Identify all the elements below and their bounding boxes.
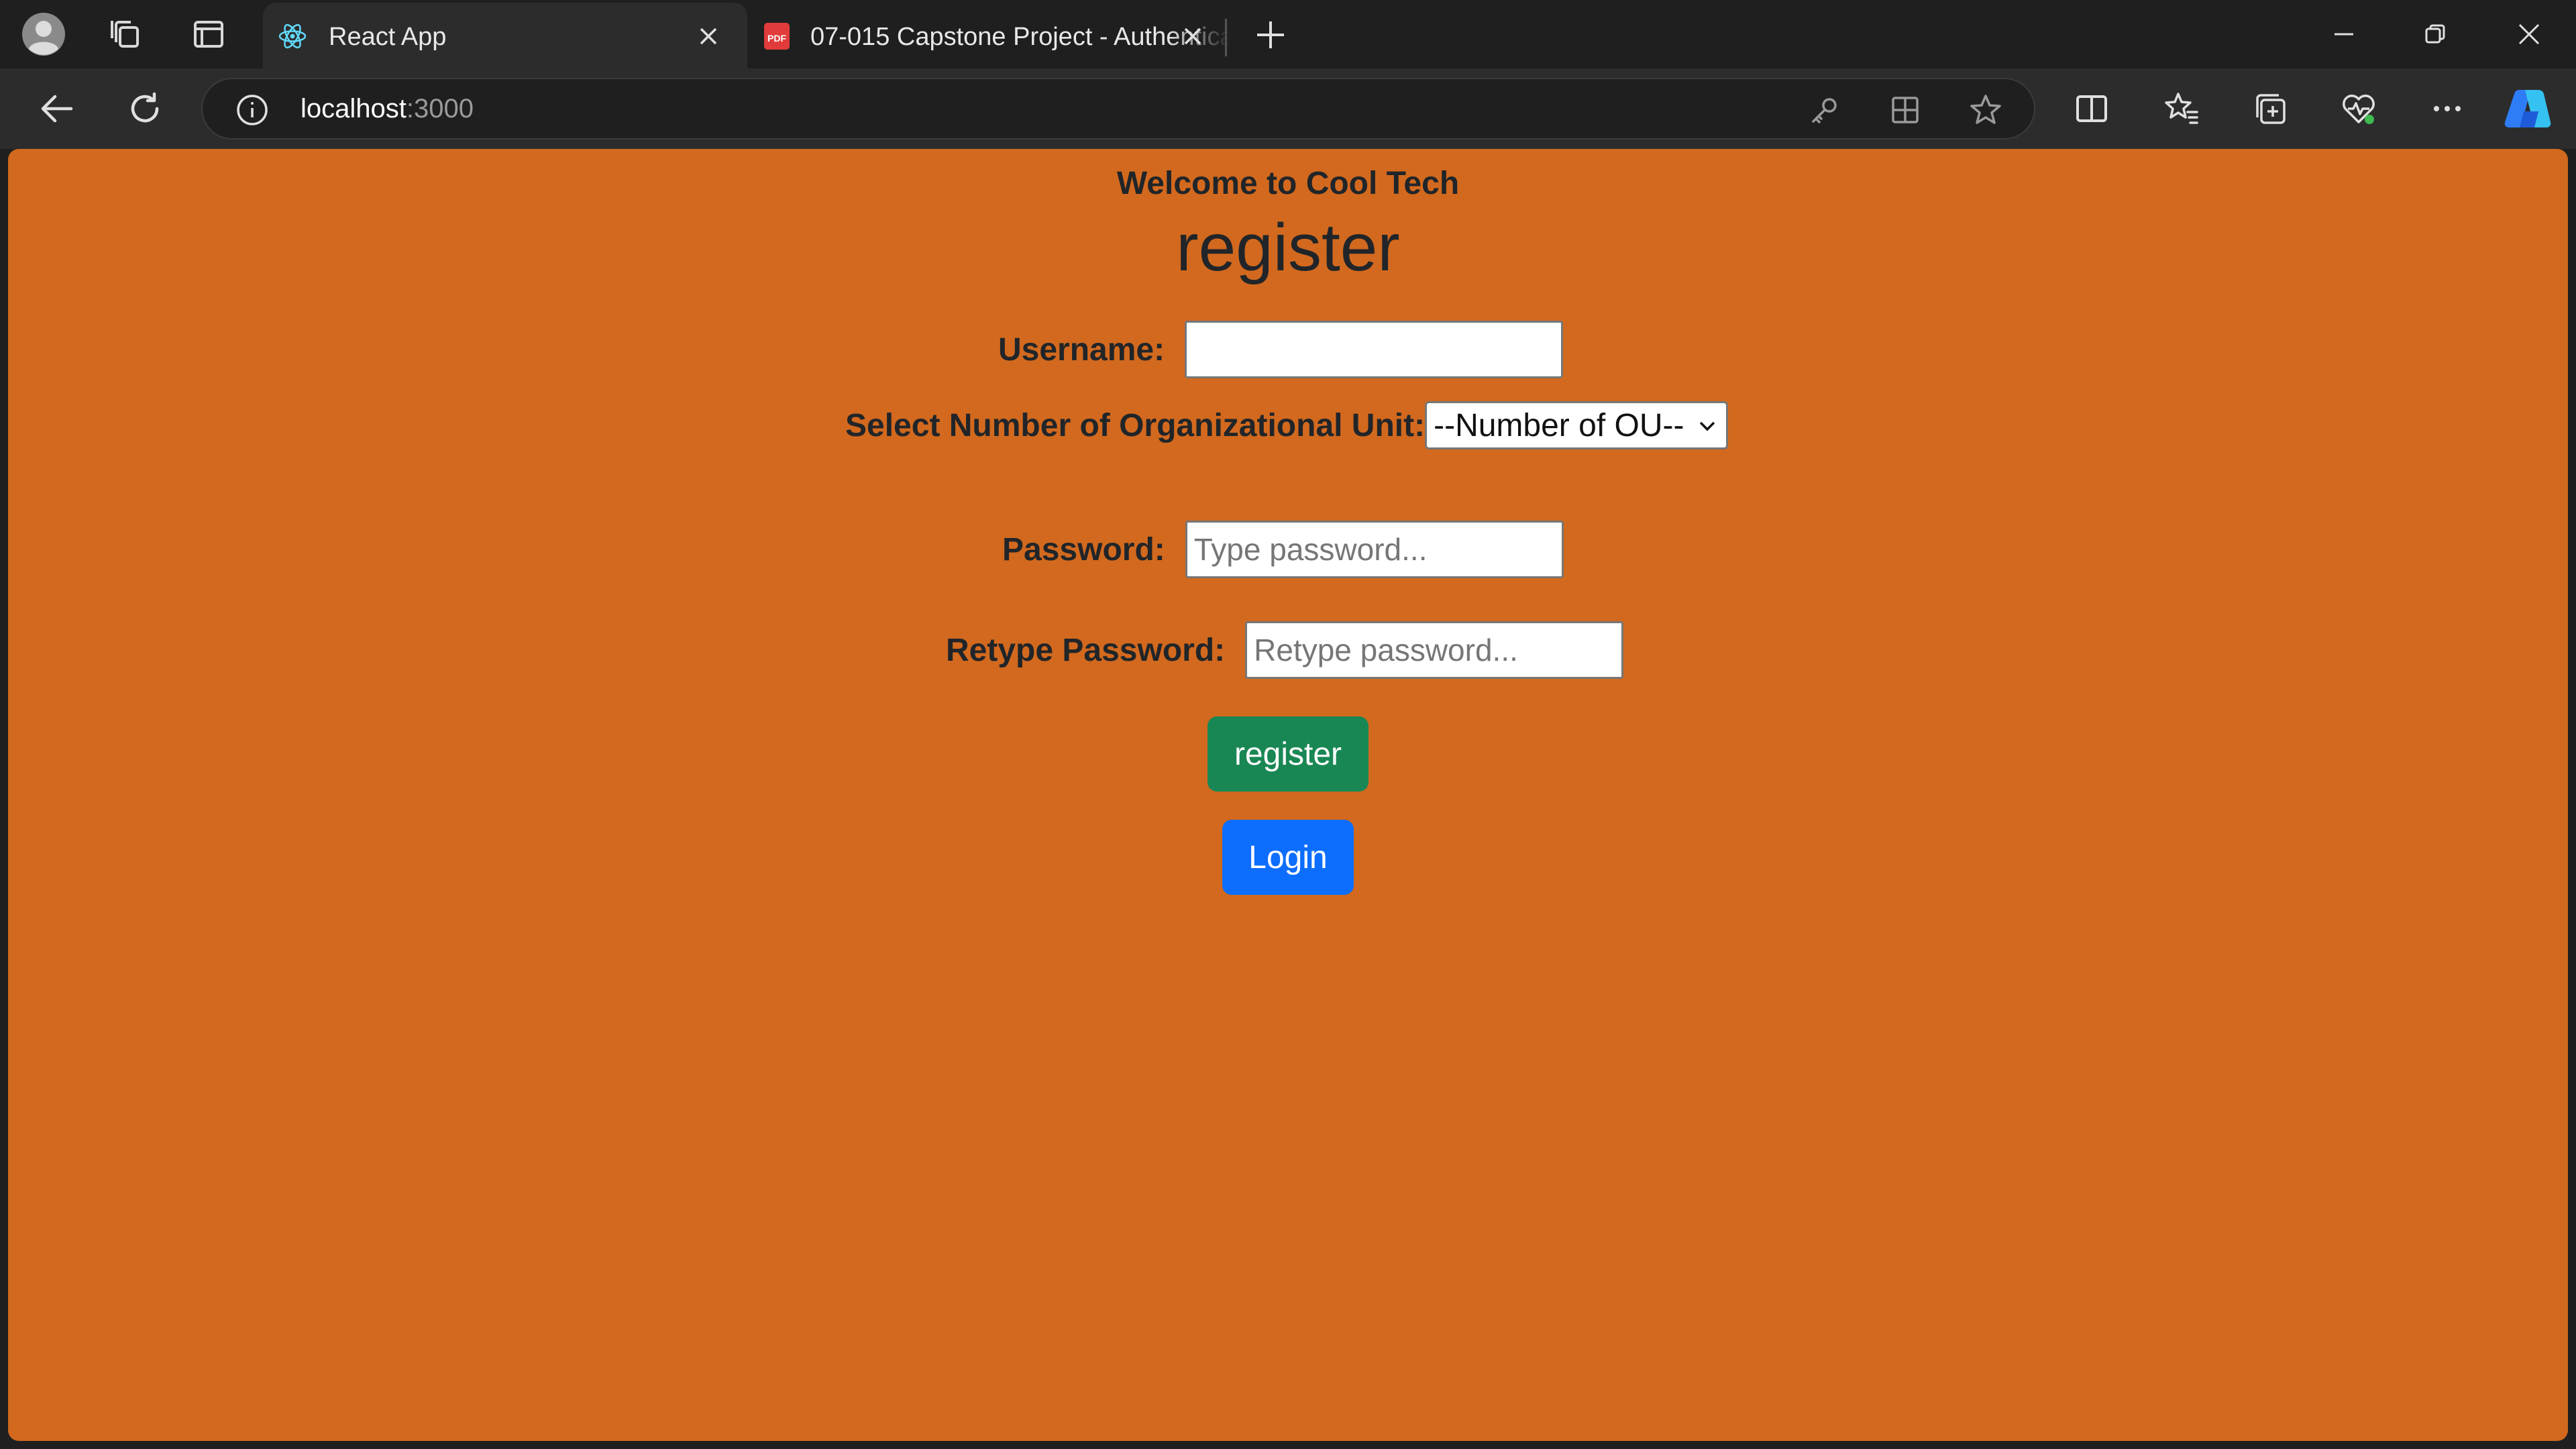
close-tab-icon[interactable] xyxy=(1177,20,1209,52)
retype-password-row: Retype Password: xyxy=(946,621,1624,679)
new-tab-icon[interactable] xyxy=(1249,13,1292,56)
workspaces-icon[interactable] xyxy=(101,9,150,59)
tab-divider xyxy=(1225,19,1227,56)
url-text[interactable]: localhost:3000 xyxy=(301,94,474,124)
retype-password-label: Retype Password: xyxy=(946,632,1226,668)
react-icon xyxy=(278,21,307,51)
username-row: Username: xyxy=(998,321,1564,378)
ou-select-label: Select Number of Organizational Unit: xyxy=(845,407,1426,443)
register-page: Welcome to Cool Tech register Username: … xyxy=(8,149,2568,1441)
password-label: Password: xyxy=(1002,531,1165,568)
retype-password-input[interactable] xyxy=(1245,621,1624,679)
refresh-icon[interactable] xyxy=(119,83,170,134)
url-port: :3000 xyxy=(406,94,474,123)
username-label: Username: xyxy=(998,331,1165,368)
tab-react-app[interactable]: React App xyxy=(263,3,747,68)
username-input[interactable] xyxy=(1185,321,1564,378)
title-bar: React App PDF 07-015 Capstone Project - … xyxy=(0,0,2576,68)
svg-text:PDF: PDF xyxy=(767,33,786,44)
page-title: register xyxy=(1176,210,1400,285)
tab-actions-icon[interactable] xyxy=(184,9,233,59)
url-host: localhost xyxy=(301,94,407,123)
favorites-icon[interactable] xyxy=(2156,83,2207,134)
more-options-icon[interactable] xyxy=(2422,83,2473,134)
minimize-icon[interactable] xyxy=(2304,9,2384,59)
ou-select-row: Select Number of Organizational Unit: --… xyxy=(845,401,1729,449)
restore-icon[interactable] xyxy=(2395,9,2475,59)
split-screen-icon[interactable] xyxy=(2066,83,2117,134)
ou-select-value: --Number of OU-- xyxy=(1434,407,1684,443)
browser-essentials-icon[interactable] xyxy=(2333,83,2384,134)
password-input[interactable] xyxy=(1185,521,1564,578)
navigation-bar: localhost:3000 xyxy=(0,68,2576,149)
profile-avatar-icon[interactable] xyxy=(19,9,68,59)
tab-title: React App xyxy=(329,23,447,51)
login-button[interactable]: Login xyxy=(1222,820,1354,895)
pdf-icon: PDF xyxy=(762,21,792,51)
page-viewport: Welcome to Cool Tech register Username: … xyxy=(8,149,2568,1441)
address-bar[interactable]: localhost:3000 xyxy=(201,78,2035,140)
browser-window: React App PDF 07-015 Capstone Project - … xyxy=(0,0,2576,1449)
app-available-icon[interactable] xyxy=(1886,91,1924,129)
site-info-icon[interactable] xyxy=(233,91,271,129)
ou-select-dropdown[interactable]: --Number of OU-- xyxy=(1425,401,1729,449)
chevron-down-icon xyxy=(1699,421,1715,431)
window-bottom-edge xyxy=(0,1441,2576,1449)
tab-capstone-pdf[interactable]: PDF 07-015 Capstone Project - Authentica… xyxy=(747,3,1230,68)
collections-icon[interactable] xyxy=(2245,83,2296,134)
password-row: Password: xyxy=(1002,521,1564,578)
tab-title: 07-015 Capstone Project - Authentication xyxy=(810,23,1230,51)
welcome-text: Welcome to Cool Tech xyxy=(1116,166,1460,201)
close-tab-icon[interactable] xyxy=(692,20,724,52)
close-window-icon[interactable] xyxy=(2489,9,2569,59)
back-arrow-icon[interactable] xyxy=(31,83,82,134)
password-key-icon[interactable] xyxy=(1806,91,1843,129)
copilot-icon[interactable] xyxy=(2502,83,2553,134)
favorite-star-icon[interactable] xyxy=(1967,91,2004,129)
register-button[interactable]: register xyxy=(1208,716,1368,792)
